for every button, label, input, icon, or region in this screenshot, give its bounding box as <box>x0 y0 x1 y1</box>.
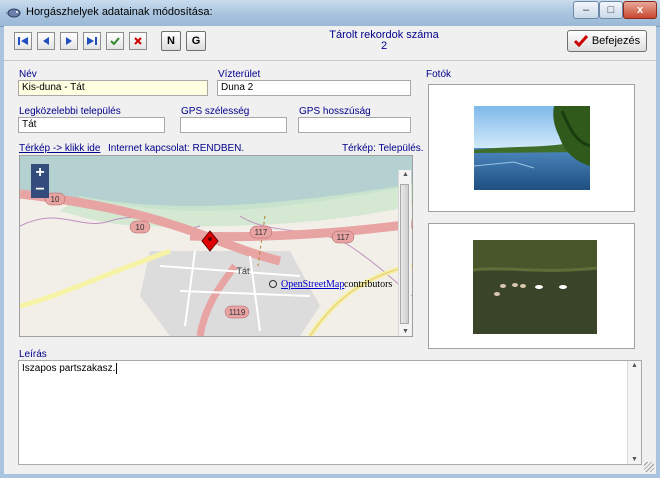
road-117-label: 117 <box>255 228 268 237</box>
post-button[interactable] <box>106 32 124 50</box>
desc-scrollbar[interactable]: ▲ ▼ <box>627 361 641 464</box>
gps-lon-field[interactable] <box>298 117 411 133</box>
form-client-area: N G Tárolt rekordok száma 2 Befejezés Né… <box>4 26 656 474</box>
photos-label: Fotók <box>426 69 452 80</box>
prev-icon <box>43 37 49 45</box>
road-1119-label: 1119 <box>229 308 246 317</box>
zoom-out-button[interactable]: − <box>31 181 49 198</box>
photo-2 <box>473 240 597 334</box>
road-10b-label: 10 <box>136 223 145 232</box>
water-field[interactable]: Duna 2 <box>217 80 411 96</box>
close-button[interactable]: x <box>623 1 657 19</box>
map-scrollbar[interactable]: ▲ ▼ <box>398 170 411 336</box>
map-view[interactable]: 10 10 117 117 1119 Tát OpenStreetMap con… <box>19 155 413 337</box>
road-10-label: 10 <box>51 195 60 204</box>
zoom-in-button[interactable]: + <box>31 164 49 181</box>
next-icon <box>66 37 72 45</box>
prev-record-button[interactable] <box>37 32 55 50</box>
desc-text: Iszapos partszakasz. <box>22 363 116 374</box>
name-label: Név <box>19 69 37 80</box>
title-bar: Horgászhelyek adatainak módosítása: – □ … <box>0 0 660 27</box>
map-link[interactable]: Térkép -> klikk ide <box>19 143 100 154</box>
g-button[interactable]: G <box>186 31 206 51</box>
fish-icon <box>6 8 21 18</box>
photo-1 <box>474 106 590 190</box>
attribution-link[interactable]: OpenStreetMap <box>281 279 344 290</box>
scroll-down-icon[interactable]: ▼ <box>402 328 409 335</box>
gps-lat-label: GPS szélesség <box>181 106 250 117</box>
gps-lat-field[interactable] <box>180 117 287 133</box>
next-record-button[interactable] <box>60 32 78 50</box>
desc-label: Leírás <box>19 349 47 360</box>
desc-scroll-down-icon[interactable]: ▼ <box>631 456 638 463</box>
finish-button[interactable]: Befejezés <box>567 30 647 52</box>
n-button[interactable]: N <box>161 31 181 51</box>
name-field[interactable]: Kis-duna - Tát <box>18 80 208 96</box>
attribution-suffix: contributors <box>344 279 392 290</box>
toolbar-divider <box>4 60 656 61</box>
town-label: Tát <box>236 266 250 276</box>
first-record-button[interactable] <box>14 32 32 50</box>
map-mode: Térkép: Település. <box>342 143 424 154</box>
settlement-label: Legközelebbi település <box>19 106 121 117</box>
resize-grip-icon[interactable] <box>644 462 654 472</box>
minimize-button[interactable]: – <box>573 1 599 19</box>
record-count-value: 2 <box>380 40 388 52</box>
maximize-button[interactable]: □ <box>599 1 623 19</box>
cross-icon <box>134 37 142 45</box>
checkmark-icon <box>573 35 588 47</box>
scroll-up-icon[interactable]: ▲ <box>402 171 409 178</box>
map-canvas: 10 10 117 117 1119 Tát OpenStreetMap con… <box>20 156 412 336</box>
first-icon <box>18 37 28 45</box>
desc-scroll-up-icon[interactable]: ▲ <box>631 362 638 369</box>
road-117b-label: 117 <box>337 233 350 242</box>
water-label: Vízterület <box>218 69 261 80</box>
text-caret <box>116 363 118 374</box>
last-icon <box>87 37 97 45</box>
desc-field[interactable]: Iszapos partszakasz. ▲ ▼ <box>18 360 642 465</box>
window-title: Horgászhelyek adatainak módosítása: <box>26 6 213 18</box>
map-scroll-thumb[interactable] <box>400 184 409 324</box>
check-icon <box>110 37 120 45</box>
finish-label: Befejezés <box>591 35 641 47</box>
internet-status: Internet kapcsolat: RENDBEN. <box>108 143 245 154</box>
settlement-field[interactable]: Tát <box>18 117 165 133</box>
cancel-edit-button[interactable] <box>129 32 147 50</box>
photo-panel-1[interactable] <box>428 84 635 212</box>
record-count: Tárolt rekordok száma 2 <box>324 30 444 52</box>
gps-lon-label: GPS hosszúság <box>299 106 371 117</box>
photo-panel-2[interactable] <box>428 223 635 349</box>
last-record-button[interactable] <box>83 32 101 50</box>
